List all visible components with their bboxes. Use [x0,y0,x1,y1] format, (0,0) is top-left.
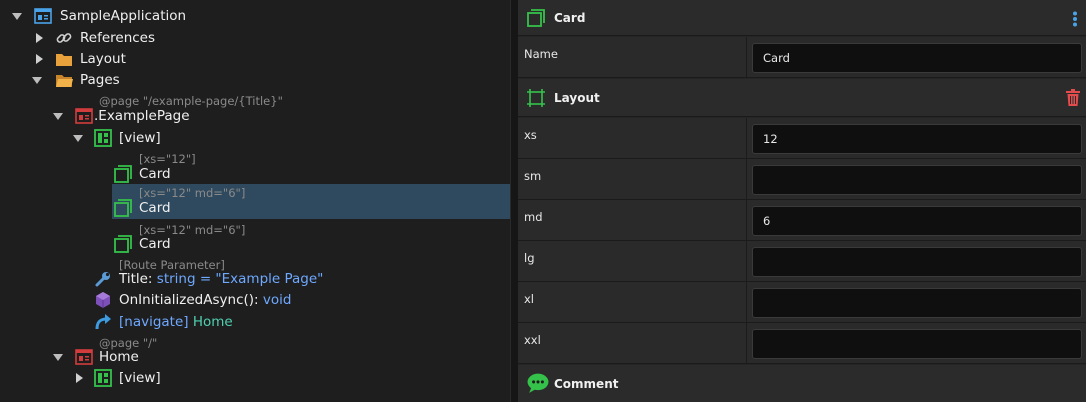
tree-item-example-page[interactable]: .ExamplePage [0,105,510,127]
application-icon [34,8,52,24]
property-row-sm: sm [518,159,1086,200]
method-return-type: void [262,292,292,308]
wrench-icon [95,272,110,287]
card-icon [527,8,545,27]
expand-arrow-icon[interactable] [76,373,83,383]
tree-item-label: Card [139,236,171,252]
tree-item-home[interactable]: Home [0,346,510,368]
property-type: string = "Example Page" [156,271,324,287]
folder-open-icon [56,75,73,87]
property-label: Name [524,47,558,61]
layout-section-header: Layout [518,79,1086,117]
properties-title: Card [554,10,586,25]
tree-item-label: [navigate] Home [119,314,233,330]
property-row-xl: xl [518,282,1086,323]
tree-item-label: Title: string = "Example Page" [119,271,323,287]
sm-input[interactable] [752,165,1082,195]
properties-header: Card [518,0,1086,36]
property-label: md [524,210,543,224]
md-input[interactable] [752,206,1082,236]
lg-input[interactable] [752,247,1082,277]
xxl-input[interactable] [752,329,1082,359]
column-divider [746,118,747,158]
property-row-xxl: xxl [518,323,1086,364]
page-icon [75,349,93,365]
collapse-arrow-icon[interactable] [12,13,22,20]
expand-arrow-icon[interactable] [36,54,43,64]
property-row-md: md [518,200,1086,241]
name-input[interactable] [752,43,1082,73]
tree-item-label: References [80,30,156,46]
collapse-arrow-icon[interactable] [53,354,63,361]
card-icon [114,235,132,253]
tree-item-card[interactable]: Card [0,233,510,255]
tree-item-label: Layout [80,51,126,67]
tree-item-oninitialized[interactable]: OnInitializedAsync(): void [0,289,510,311]
tree-item-title-property[interactable]: Title: string = "Example Page" [0,268,510,290]
property-label: xs [524,128,537,142]
method-cube-icon [96,292,110,308]
tree-item-label: SampleApplication [60,8,187,24]
navigate-target: Home [192,314,233,330]
tree-item-navigate-home[interactable]: [navigate] Home [0,311,510,333]
card-icon [114,199,132,217]
expand-arrow-icon[interactable] [36,33,43,43]
tree-item-view[interactable]: [view] [0,367,510,389]
property-label: lg [524,251,535,265]
card-attributes-annotation: [xs="12" md="6"] [139,186,246,200]
tree-item-sample-application[interactable]: SampleApplication [0,5,510,27]
view-icon [94,369,112,387]
column-divider [746,200,747,240]
trash-icon[interactable] [1066,89,1080,106]
comment-icon [527,373,549,393]
comment-section-header[interactable]: Comment [518,365,1086,402]
tree-item-label: .ExamplePage [94,108,190,124]
layout-section-title: Layout [554,90,600,105]
tree-item-view[interactable]: [view] [0,127,510,149]
method-name: OnInitializedAsync(): [119,292,259,308]
property-name: Title: [119,271,153,287]
tree-item-layout[interactable]: Layout [0,48,510,70]
column-divider [746,282,747,322]
tree-item-label: Pages [80,72,120,88]
properties-panel: Card Name Layout xs sm [518,0,1086,402]
navigate-tag: [navigate] [119,314,189,330]
tree-item-label: Home [99,349,139,365]
comment-section-title: Comment [554,376,619,391]
navigate-arrow-icon [95,314,111,330]
solution-tree: SampleApplication References Layout Page… [0,0,510,402]
property-label: xl [524,292,535,306]
tree-item-card-selected[interactable]: [xs="12" md="6"] Card [112,184,510,219]
tree-item-label: OnInitializedAsync(): void [119,292,291,308]
tree-item-card[interactable]: Card [0,163,510,185]
layout-grid-icon [527,88,545,107]
link-icon [56,33,72,43]
property-row-name: Name [518,37,1086,78]
collapse-arrow-icon[interactable] [73,135,83,142]
tree-item-label: Card [139,166,171,182]
property-label: sm [524,169,542,183]
tree-item-label: [view] [119,130,161,146]
tree-item-pages[interactable]: Pages [0,69,510,91]
view-icon [94,129,112,147]
panel-splitter[interactable] [510,0,518,402]
column-divider [746,323,747,363]
xl-input[interactable] [752,288,1082,318]
property-label: xxl [524,333,541,347]
collapse-arrow-icon[interactable] [53,113,63,120]
page-icon [75,108,93,124]
column-divider [746,241,747,281]
more-options-icon[interactable] [1072,11,1078,27]
column-divider [746,37,747,77]
tree-item-label: Card [139,200,171,216]
collapse-arrow-icon[interactable] [32,77,42,84]
column-divider [746,159,747,199]
property-row-lg: lg [518,241,1086,282]
card-icon [114,165,132,183]
tree-item-references[interactable]: References [0,27,510,49]
property-row-xs: xs [518,118,1086,159]
xs-input[interactable] [752,124,1082,154]
tree-item-label: [view] [119,370,161,386]
folder-icon [56,54,72,66]
